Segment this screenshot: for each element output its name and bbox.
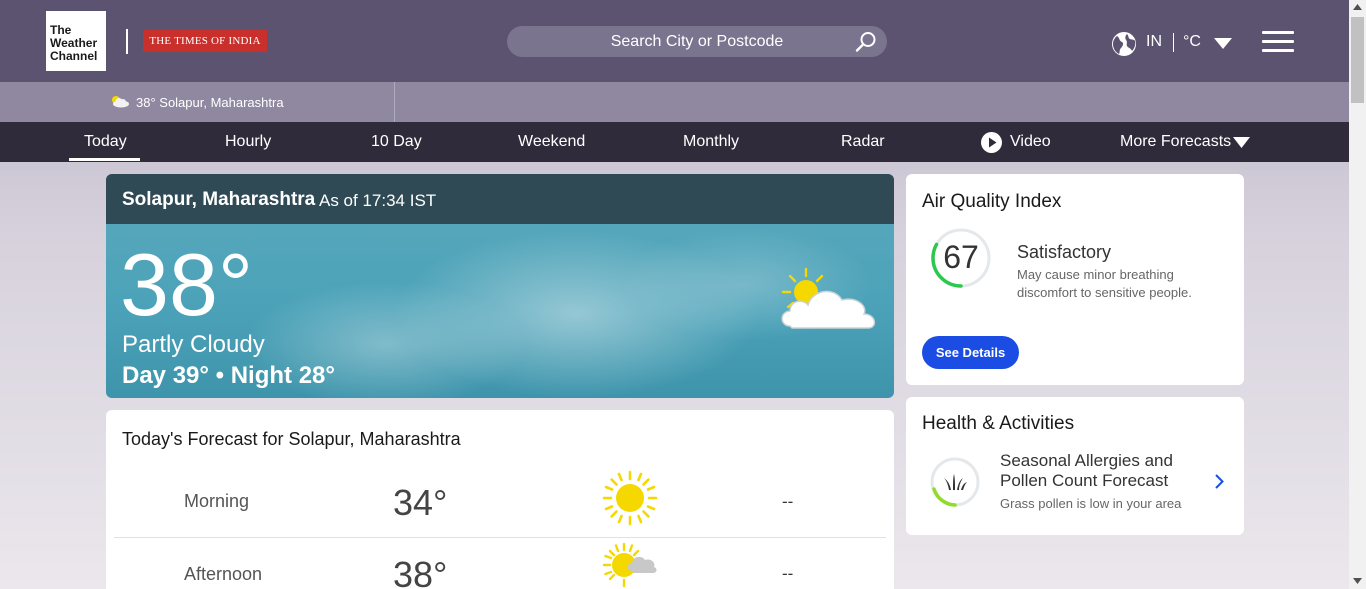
aqi-description: May cause minor breathing discomfort to …: [1017, 267, 1192, 300]
row-divider: [114, 537, 886, 538]
period-precip: --: [782, 492, 794, 511]
tab-10-day[interactable]: 10 Day: [371, 122, 422, 162]
tab-today[interactable]: Today: [84, 122, 127, 162]
caret-down-icon[interactable]: [1214, 38, 1232, 49]
logo-divider: [126, 29, 128, 54]
period-temperature: 38°: [393, 554, 448, 589]
current-temperature: 38°: [120, 235, 254, 334]
grass-icon: [944, 474, 967, 490]
scroll-up-icon[interactable]: [1353, 4, 1362, 10]
tab-weekend[interactable]: Weekend: [518, 122, 585, 162]
observation-time: As of 17:34 IST: [319, 191, 437, 210]
pollen-subtext: Grass pollen is low in your area: [1000, 496, 1182, 511]
tab-hourly[interactable]: Hourly: [225, 122, 271, 162]
partly-cloudy-icon: [781, 267, 876, 329]
globe-icon[interactable]: [1111, 31, 1137, 57]
times-of-india-logo[interactable]: THE TIMES OF INDIA: [143, 30, 267, 52]
period-label: Afternoon: [184, 564, 263, 584]
tab-monthly[interactable]: Monthly: [683, 122, 739, 162]
search-box[interactable]: Search City or Postcode: [507, 26, 887, 57]
scroll-down-icon[interactable]: [1353, 578, 1362, 584]
partly-cloudy-icon: [112, 96, 129, 108]
sunny-icon: [602, 470, 658, 526]
current-conditions-card: Solapur, Maharashtra As of 17:34 IST 38°…: [106, 174, 894, 398]
aqi-category: Satisfactory: [1017, 242, 1112, 262]
search-icon[interactable]: [855, 31, 877, 53]
aqi-title: Air Quality Index: [922, 191, 1062, 212]
tab-radar[interactable]: Radar: [841, 122, 885, 162]
unit-selector[interactable]: °C: [1183, 33, 1201, 51]
search-input[interactable]: Search City or Postcode: [507, 26, 887, 57]
weather-channel-logo-text: The Weather Channel: [50, 23, 98, 63]
locbar-divider: [394, 82, 395, 122]
recent-location-link[interactable]: 38° Solapur, Maharashtra: [136, 95, 284, 110]
period-label: Morning: [184, 491, 250, 511]
unit-divider: [1173, 33, 1174, 52]
see-details-button[interactable]: See Details: [922, 336, 1019, 369]
play-icon[interactable]: [981, 132, 1002, 153]
current-conditions-header: Solapur, Maharashtra As of 17:34 IST: [106, 174, 894, 224]
period-temperature: 34°: [393, 482, 448, 523]
partly-cloudy-icon: [602, 542, 657, 588]
period-precip: --: [782, 564, 794, 583]
caret-down-icon[interactable]: [1233, 137, 1250, 148]
pollen-heading[interactable]: Seasonal Allergies and Pollen Count Fore…: [1000, 451, 1210, 491]
air-quality-card: Air Quality Index 67 Satisfactory May ca…: [906, 174, 1244, 385]
day-night-temps: Day 39° • Night 28°: [122, 362, 335, 389]
current-location: Solapur, Maharashtra: [122, 189, 316, 210]
aqi-value: 67: [943, 239, 979, 275]
active-tab-indicator: [69, 158, 140, 161]
health-title: Health & Activities: [922, 413, 1075, 434]
scrollbar-thumb[interactable]: [1351, 17, 1364, 103]
tab-video[interactable]: Video: [1010, 122, 1051, 162]
chevron-right-icon[interactable]: [1213, 473, 1225, 490]
times-of-india-logo-text: THE TIMES OF INDIA: [149, 35, 261, 47]
health-activities-card[interactable]: Health & Activities Seasonal Allergies a…: [906, 397, 1244, 535]
weather-channel-logo[interactable]: The Weather Channel: [46, 11, 106, 71]
tab-more-forecasts[interactable]: More Forecasts: [1120, 122, 1231, 162]
country-selector[interactable]: IN: [1146, 33, 1162, 51]
weather-phrase: Partly Cloudy: [122, 331, 265, 358]
hamburger-menu-icon[interactable]: [1262, 31, 1294, 53]
todays-forecast-card: Today's Forecast for Solapur, Maharashtr…: [106, 410, 894, 589]
forecast-title: Today's Forecast for Solapur, Maharashtr…: [122, 429, 461, 449]
pollen-gauge: [930, 457, 980, 507]
